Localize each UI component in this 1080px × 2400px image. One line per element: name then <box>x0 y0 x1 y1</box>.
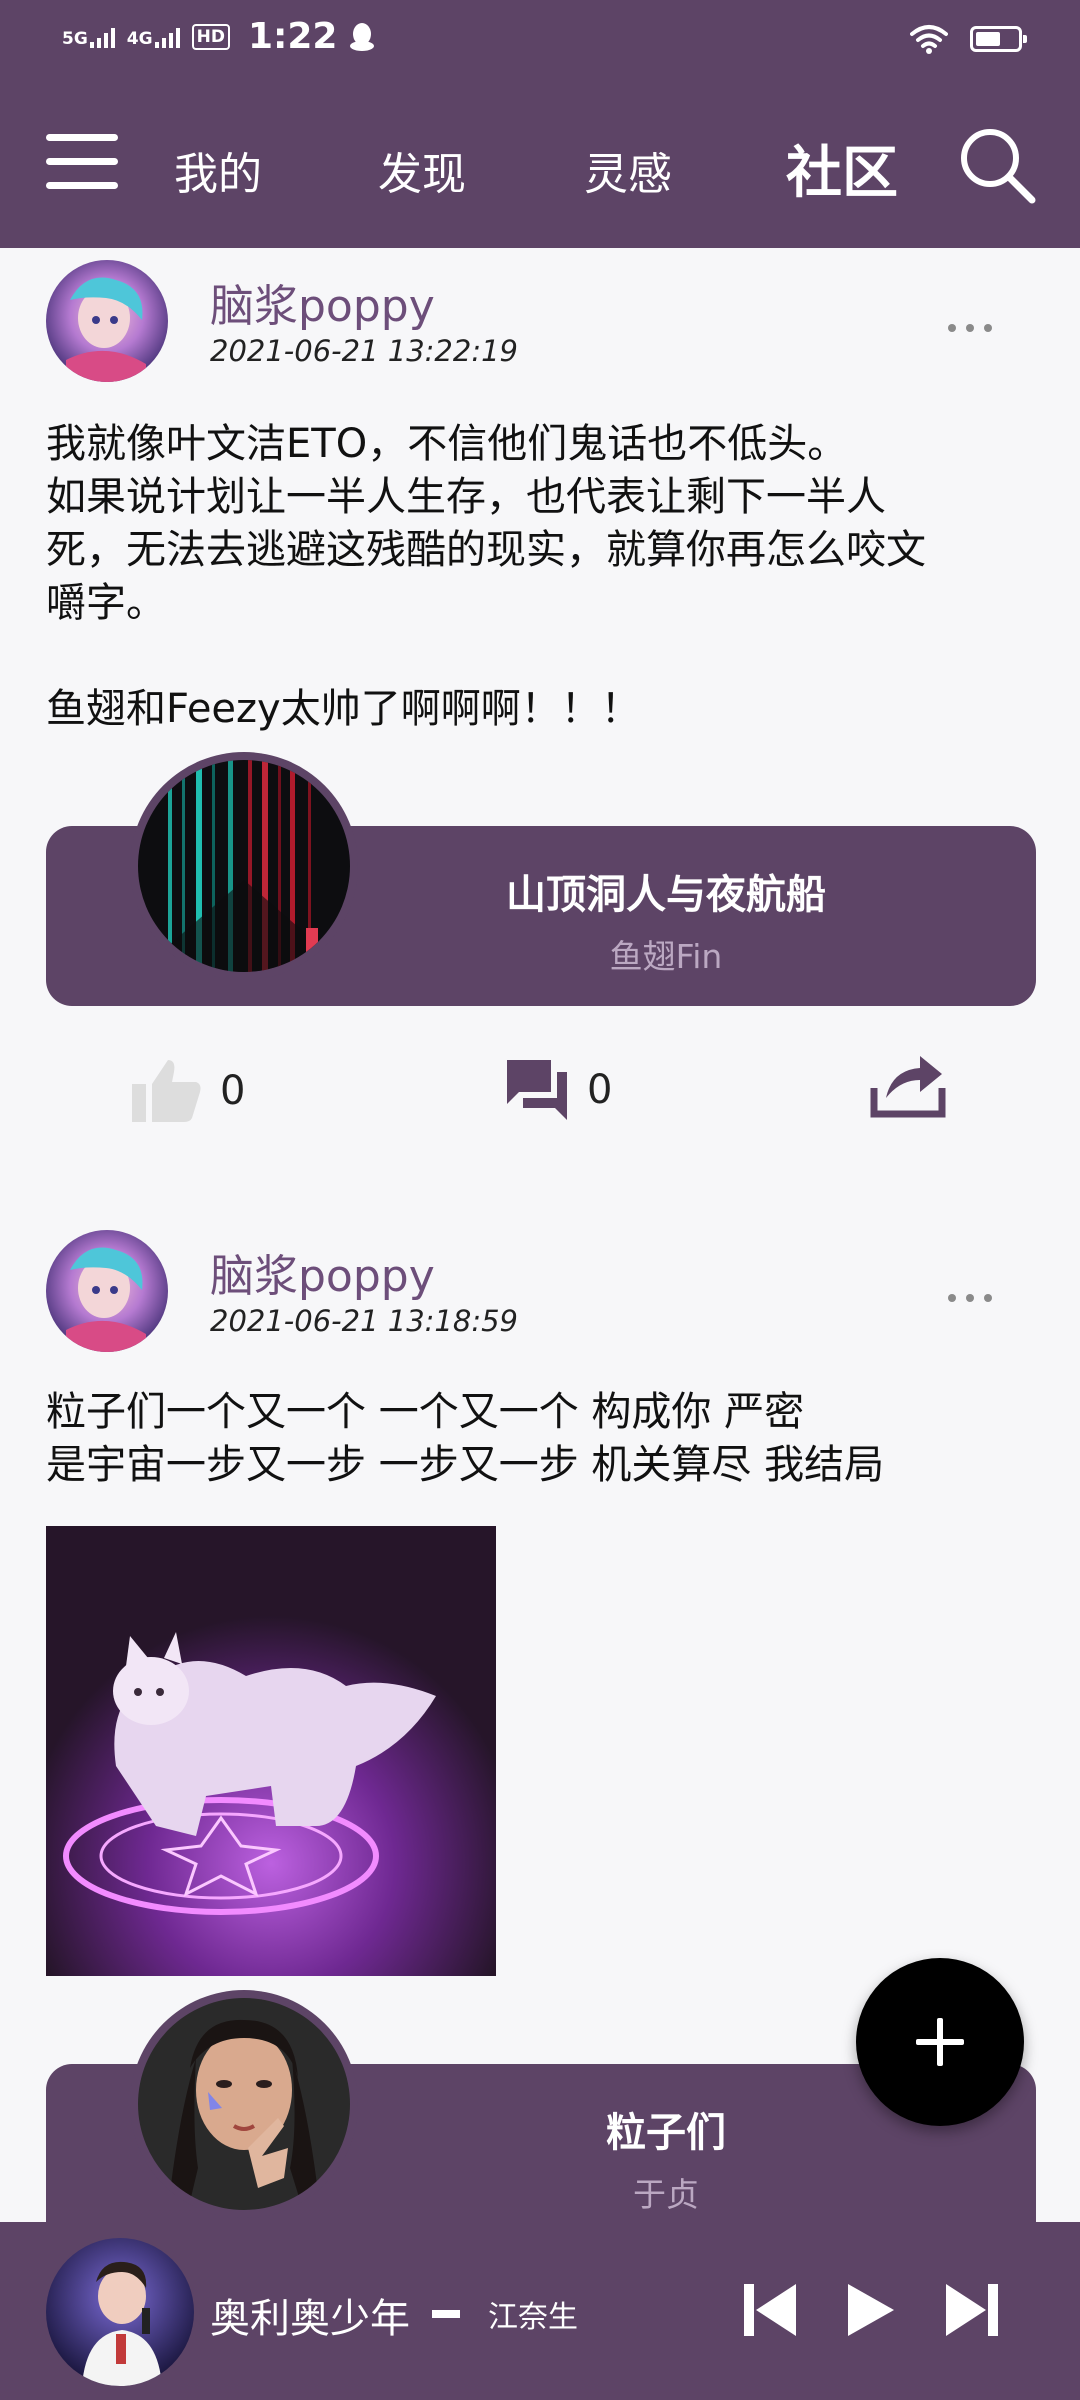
add-post-button[interactable] <box>856 1958 1024 2126</box>
post-content-line: 粒子们一个又一个 一个又一个 构成你 严密 <box>46 1389 805 1435</box>
signal-5g-indicator: 5G <box>62 26 115 48</box>
post-content-line: 嚼字。 <box>46 580 166 626</box>
avatar[interactable] <box>46 1230 168 1352</box>
player-artist: 江奈生 <box>488 2300 578 2335</box>
song-artist: 于贞 <box>633 2175 699 2214</box>
more-button[interactable] <box>948 318 992 338</box>
mini-player[interactable]: 奥利奥少年 江奈生 <box>0 2222 1080 2400</box>
music-cover-disc <box>130 752 358 980</box>
thumbs-up-icon <box>132 1060 201 1122</box>
play-icon <box>848 2284 894 2336</box>
comment-button[interactable]: 0 <box>505 1058 612 1122</box>
search-icon <box>961 129 1036 204</box>
status-time: 1:22 <box>247 16 338 57</box>
nav-row: 我的 发现 灵感 社区 <box>0 120 1080 220</box>
post-content-line: 如果说计划让一半人生存，也代表让剩下一半人 <box>46 474 886 520</box>
post-card: 脑浆poppy 2021-06-21 13:22:19 我就像叶文洁ETO，不信… <box>0 248 1080 1208</box>
top-app-bar: 5G 4G HD 1:22 我的 发现 灵感 社区 <box>0 0 1080 248</box>
song-title: 山顶洞人与夜航船 <box>506 872 826 918</box>
comment-count: 0 <box>587 1067 613 1113</box>
title-separator <box>432 2310 460 2318</box>
player-cover[interactable] <box>46 2238 194 2386</box>
share-icon <box>870 1056 946 1118</box>
post-actions: 0 0 <box>0 1048 1080 1138</box>
wifi-icon <box>910 25 948 54</box>
post-content-line: 是宇宙一步又一步 一步又一步 机关算尽 我结局 <box>46 1442 885 1488</box>
status-bar: 5G 4G HD 1:22 <box>0 0 1080 84</box>
music-cover-disc <box>130 1990 358 2218</box>
more-button[interactable] <box>948 1288 992 1308</box>
like-button[interactable]: 0 <box>130 1058 245 1124</box>
skip-previous-icon <box>744 2284 796 2336</box>
search-button[interactable] <box>958 126 1036 204</box>
avatar[interactable] <box>46 260 168 382</box>
post-content-line: 死，无法去逃避这残酷的现实，就算你再怎么咬文 <box>46 527 926 573</box>
signal-4g-indicator: 4G <box>127 26 180 48</box>
post-content-line: 鱼翅和Feezy太帅了啊啊啊！！！ <box>46 686 641 732</box>
post-time: 2021-06-21 13:18:59 <box>210 1304 518 1338</box>
song-artist: 鱼翅Fin <box>609 937 723 976</box>
post-time: 2021-06-21 13:22:19 <box>210 334 518 368</box>
battery-icon <box>970 26 1027 52</box>
post-content-line: 我就像叶文洁ETO，不信他们鬼话也不低头。 <box>46 421 848 467</box>
hd-badge: HD <box>191 23 230 50</box>
tab-mine[interactable]: 我的 <box>174 138 262 202</box>
player-song-title: 奥利奥少年 <box>210 2296 410 2342</box>
tab-inspiration[interactable]: 灵感 <box>584 138 672 202</box>
like-count: 0 <box>220 1068 246 1114</box>
more-icon <box>948 1294 992 1302</box>
tab-discover[interactable]: 发现 <box>378 138 466 202</box>
skip-next-icon <box>946 2284 998 2336</box>
post-username[interactable]: 脑浆poppy <box>210 1240 435 1304</box>
previous-button[interactable] <box>742 2282 798 2342</box>
next-button[interactable] <box>944 2282 1000 2342</box>
menu-button[interactable] <box>46 132 118 192</box>
tab-community[interactable]: 社区 <box>786 128 898 209</box>
qq-notification-icon <box>350 22 375 51</box>
more-icon <box>948 324 992 332</box>
play-button[interactable] <box>846 2282 896 2342</box>
post-image[interactable] <box>46 1526 496 1976</box>
comment-icon <box>507 1060 567 1120</box>
post-username[interactable]: 脑浆poppy <box>210 270 435 334</box>
share-button[interactable] <box>870 1048 946 1122</box>
